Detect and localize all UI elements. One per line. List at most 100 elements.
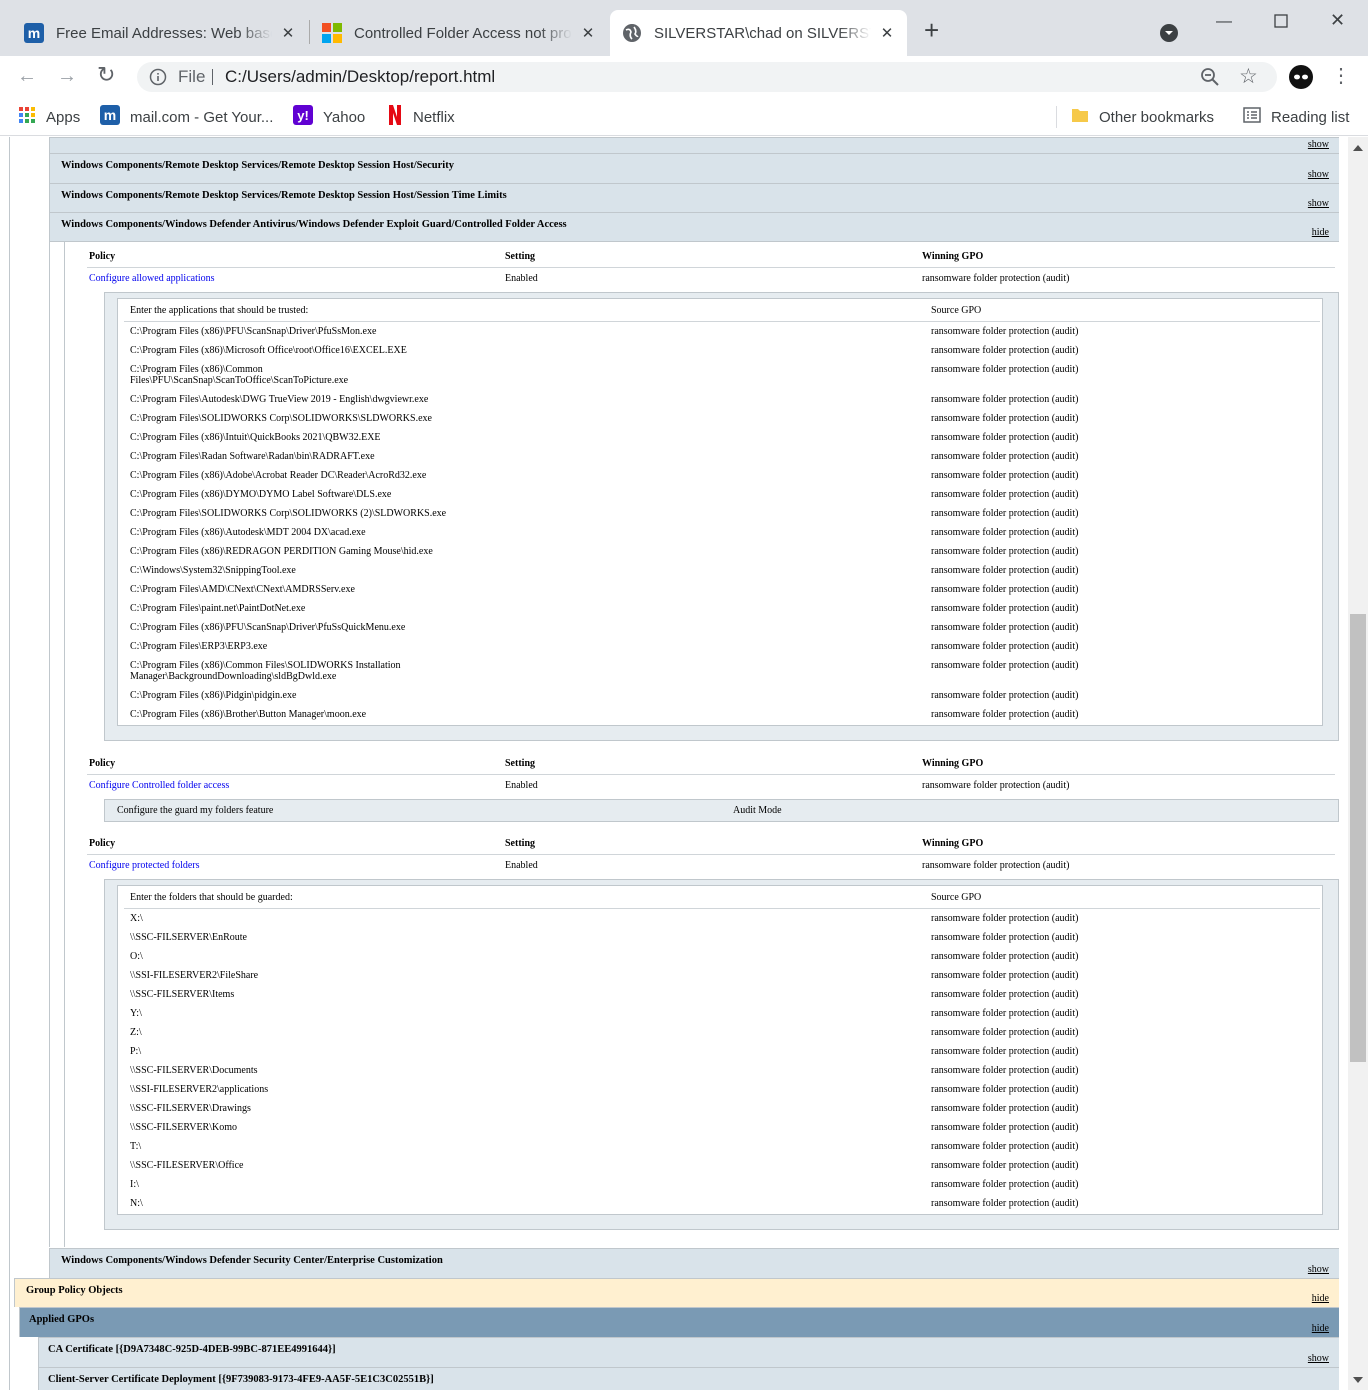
policy-link-protected-folders[interactable]: Configure protected folders [89, 860, 200, 871]
policy-link-allowed-apps[interactable]: Configure allowed applications [89, 273, 215, 284]
back-icon[interactable]: ← [17, 66, 37, 86]
list-item-path-cont: Files\PFU\ScanSnap\ScanToOffice\ScanToPi… [130, 375, 349, 386]
maximize-icon[interactable] [1274, 12, 1288, 32]
bookmark-mail-com[interactable]: m mail.com - Get Your... [100, 105, 273, 129]
list-item-gpo: ransomware folder protection (audit) [931, 326, 1079, 337]
info-icon[interactable] [149, 68, 167, 91]
minimize-icon[interactable]: — [1216, 12, 1232, 32]
forward-icon[interactable]: → [57, 66, 77, 86]
reload-icon[interactable]: ↻ [97, 64, 115, 86]
col-header-winning-gpo: Winning GPO [922, 838, 984, 849]
tab-microsoft[interactable]: Controlled Folder Access not pro ✕ [310, 10, 608, 56]
section-header[interactable]: Windows Components/Windows Defender Secu… [49, 1248, 1339, 1278]
svg-text:m: m [104, 107, 116, 123]
col-header-winning-gpo: Winning GPO [922, 758, 984, 769]
close-icon[interactable]: ✕ [879, 24, 895, 42]
section-toggle[interactable]: show [1308, 198, 1329, 209]
section-toggle[interactable]: show [1308, 139, 1329, 150]
menu-icon[interactable]: ⋮ [1331, 66, 1351, 86]
microsoft-icon [322, 23, 342, 43]
list-item-path: I:\ [130, 1179, 139, 1190]
list-item-gpo: ransomware folder protection (audit) [931, 1160, 1079, 1171]
list-item-path: C:\Program Files (x86)\PFU\ScanSnap\Driv… [130, 622, 406, 633]
list-rule [124, 321, 1320, 322]
list-item-gpo: ransomware folder protection (audit) [931, 394, 1079, 405]
address-bar[interactable]: File C:/Users/admin/Desktop/report.html … [137, 62, 1277, 92]
section-header-expanded[interactable]: Windows Components/Windows Defender Anti… [49, 212, 1339, 242]
section-toggle[interactable]: show [1308, 1264, 1329, 1275]
tab-search-icon[interactable] [1159, 23, 1179, 47]
new-tab-icon[interactable]: + [924, 17, 939, 43]
list-item-gpo: ransomware folder protection (audit) [931, 1027, 1079, 1038]
policy-setting: Enabled [505, 780, 538, 791]
section-title: Client-Server Certificate Deployment [{9… [48, 1374, 434, 1385]
gpo-item-header[interactable]: CA Certificate [{D9A7348C-925D-4DEB-99BC… [38, 1337, 1339, 1367]
policy-gpo: ransomware folder protection (audit) [922, 780, 1070, 791]
mail-com-icon: m [100, 105, 120, 129]
option-value: Audit Mode [733, 805, 782, 816]
list-item-path: C:\Program Files (x86)\Microsoft Office\… [130, 345, 407, 356]
scroll-down-icon[interactable] [1353, 1377, 1363, 1383]
list-item-path: Y:\ [130, 1008, 142, 1019]
bookmark-netflix[interactable]: Netflix [387, 105, 455, 128]
bookmark-apps[interactable]: Apps [18, 106, 80, 128]
url-text: C:/Users/admin/Desktop/report.html [225, 67, 496, 86]
list-item-path: P:\ [130, 1046, 142, 1057]
window-close-icon[interactable]: ✕ [1330, 10, 1345, 30]
tab-mail[interactable]: m Free Email Addresses: Web based ✕ [12, 10, 308, 56]
list-item-path: C:\Program Files (x86)\REDRAGON PERDITIO… [130, 546, 433, 557]
tab-title: Free Email Addresses: Web based [56, 24, 272, 42]
col-header-winning-gpo: Winning GPO [922, 251, 984, 262]
list-item-gpo: ransomware folder protection (audit) [931, 584, 1079, 595]
list-item-gpo: ransomware folder protection (audit) [931, 470, 1079, 481]
list-item-path: O:\ [130, 951, 143, 962]
section-header[interactable]: Windows Components/Remote Desktop Servic… [49, 153, 1339, 183]
page-scrollbar[interactable] [1348, 137, 1368, 1390]
apps-grid-icon [18, 106, 36, 128]
section-title: CA Certificate [{D9A7348C-925D-4DEB-99BC… [48, 1344, 336, 1355]
list-item-gpo: ransomware folder protection (audit) [931, 970, 1079, 981]
scrollbar-thumb[interactable] [1350, 614, 1366, 1062]
list-item-path: C:\Program Files (x86)\Adobe\Acrobat Rea… [130, 470, 427, 481]
close-icon[interactable]: ✕ [580, 24, 596, 42]
policy-link-controlled-folder-access[interactable]: Configure Controlled folder access [89, 780, 229, 791]
section-title: Windows Components/Windows Defender Secu… [61, 1255, 443, 1266]
list-item-gpo: ransomware folder protection (audit) [931, 690, 1079, 701]
list-item-gpo: ransomware folder protection (audit) [931, 413, 1079, 424]
tab-report-active[interactable]: SILVERSTAR\chad on SILVERSTAR ✕ [610, 10, 907, 56]
address-divider [212, 69, 213, 85]
close-icon[interactable]: ✕ [280, 24, 296, 42]
section-title: Windows Components/Remote Desktop Servic… [61, 160, 454, 171]
folder-icon [1071, 106, 1089, 128]
list-item-path: N:\ [130, 1198, 143, 1209]
list-item-gpo: ransomware folder protection (audit) [931, 709, 1079, 720]
section-toggle[interactable]: show [1308, 1353, 1329, 1364]
list-item-gpo: ransomware folder protection (audit) [931, 660, 1079, 671]
other-bookmarks[interactable]: Other bookmarks [1071, 106, 1214, 128]
gpo-item-header[interactable]: Client-Server Certificate Deployment [{9… [38, 1367, 1339, 1390]
zoom-icon[interactable] [1200, 67, 1220, 92]
applied-gpos-header[interactable]: Applied GPOs hide [19, 1307, 1339, 1337]
protected-folders-table: Enter the folders that should be guarded… [117, 885, 1323, 1215]
section-toggle[interactable]: show [1308, 169, 1329, 180]
profile-avatar-icon[interactable] [1289, 65, 1313, 93]
bookmark-label: Netflix [413, 108, 455, 126]
policy-details-box: Enter the applications that should be tr… [104, 292, 1339, 741]
bookmarks-divider [1056, 106, 1057, 128]
policy-setting: Enabled [505, 860, 538, 871]
reading-list[interactable]: Reading list [1243, 106, 1349, 128]
col-header-policy: Policy [89, 838, 116, 849]
section-header-partial: show [49, 137, 1339, 153]
section-toggle[interactable]: hide [1312, 1323, 1329, 1334]
list-item-gpo: ransomware folder protection (audit) [931, 364, 1079, 375]
list-item-gpo: ransomware folder protection (audit) [931, 345, 1079, 356]
section-header[interactable]: Windows Components/Remote Desktop Servic… [49, 183, 1339, 212]
section-toggle[interactable]: hide [1312, 1293, 1329, 1304]
scroll-up-icon[interactable] [1353, 145, 1363, 151]
gpo-objects-header[interactable]: Group Policy Objects hide [14, 1278, 1339, 1307]
list-item-path: C:\Program Files\SOLIDWORKS Corp\SOLIDWO… [130, 508, 447, 519]
section-toggle[interactable]: hide [1312, 227, 1329, 238]
bookmark-yahoo[interactable]: y! Yahoo [293, 105, 365, 128]
bookmark-star-icon[interactable]: ☆ [1239, 64, 1258, 89]
policy-details-box: Enter the folders that should be guarded… [104, 879, 1339, 1230]
